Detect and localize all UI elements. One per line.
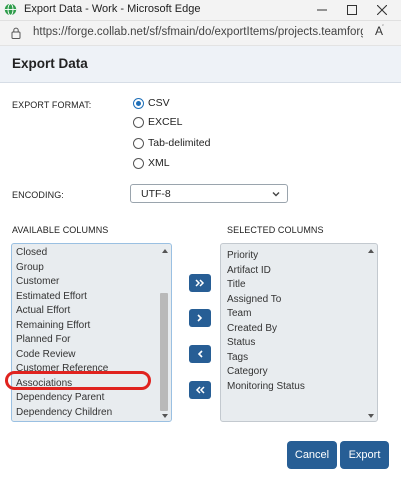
lock-icon: [11, 27, 21, 39]
scrollbar-thumb[interactable]: [160, 293, 168, 411]
format-label-csv: CSV: [148, 97, 170, 109]
selected-columns-label: SELECTED COLUMNS: [227, 225, 324, 235]
scroll-down-arrow-icon[interactable]: [162, 414, 168, 418]
scroll-up-arrow-icon[interactable]: [162, 249, 168, 253]
chevron-down-icon: [272, 192, 280, 197]
double-right-arrow-icon: [195, 279, 205, 287]
maximize-icon: [347, 5, 357, 15]
list-item[interactable]: Closed: [16, 246, 47, 260]
encoding-select[interactable]: UTF-8: [130, 184, 288, 203]
list-item[interactable]: Planned For: [16, 333, 70, 347]
left-arrow-icon: [197, 350, 203, 358]
list-item[interactable]: Category: [227, 365, 268, 379]
format-option-csv[interactable]: CSV: [133, 97, 170, 109]
right-arrow-icon: [197, 314, 203, 322]
close-icon: [377, 5, 387, 15]
minimize-button[interactable]: [308, 0, 336, 20]
globe-icon: [4, 3, 17, 16]
list-item[interactable]: Team: [227, 307, 251, 321]
encoding-value: UTF-8: [141, 188, 171, 200]
list-item[interactable]: Group: [16, 261, 44, 275]
associations-highlight: [5, 371, 151, 390]
list-item[interactable]: Status: [227, 336, 255, 350]
format-option-xml[interactable]: XML: [133, 157, 170, 169]
dialog-title: Export Data: [12, 56, 88, 71]
export-button[interactable]: Export: [340, 441, 389, 469]
list-item[interactable]: Artifact ID: [227, 264, 271, 278]
address-bar[interactable]: https://forge.collab.net/sf/sfmain/do/ex…: [0, 21, 401, 46]
scroll-down-arrow-icon[interactable]: [368, 414, 374, 418]
list-item[interactable]: Assigned To: [227, 293, 281, 307]
minimize-icon: [317, 9, 327, 11]
list-item[interactable]: Monitoring Status: [227, 380, 305, 394]
radio-xml[interactable]: [133, 157, 144, 169]
list-item[interactable]: Customer: [16, 275, 59, 289]
maximize-button[interactable]: [338, 0, 366, 20]
window-titlebar: Export Data - Work - Microsoft Edge: [0, 0, 401, 21]
read-aloud-icon[interactable]: A҅: [375, 24, 383, 38]
format-label-xml: XML: [148, 157, 170, 169]
format-option-excel[interactable]: EXCEL: [133, 116, 182, 128]
encoding-label: ENCODING:: [12, 190, 64, 200]
radio-tab-delimited[interactable]: [133, 137, 144, 149]
list-item[interactable]: Actual Effort: [16, 304, 70, 318]
format-label-tab-delimited: Tab-delimited: [148, 137, 211, 149]
list-item[interactable]: Dependency Children: [16, 406, 112, 420]
remove-all-button[interactable]: [189, 381, 211, 399]
list-item[interactable]: Estimated Effort: [16, 290, 87, 304]
close-button[interactable]: [368, 0, 396, 20]
selected-columns-list[interactable]: Priority Artifact ID Title Assigned To T…: [220, 243, 378, 422]
list-item[interactable]: Remaining Effort: [16, 319, 90, 333]
list-item[interactable]: Title: [227, 278, 246, 292]
list-item[interactable]: Created By: [227, 322, 277, 336]
add-all-button[interactable]: [189, 274, 211, 292]
remove-button[interactable]: [189, 345, 211, 363]
available-columns-label: AVAILABLE COLUMNS: [12, 225, 109, 235]
url-text[interactable]: https://forge.collab.net/sf/sfmain/do/ex…: [33, 26, 363, 38]
dialog-header: Export Data: [0, 46, 401, 83]
cancel-button[interactable]: Cancel: [287, 441, 337, 469]
list-item[interactable]: Dependency Parent: [16, 391, 104, 405]
list-item[interactable]: Priority: [227, 249, 258, 263]
read-aloud-label: A: [375, 24, 384, 38]
format-label-excel: EXCEL: [148, 116, 183, 128]
radio-excel[interactable]: [133, 116, 144, 128]
double-left-arrow-icon: [195, 386, 205, 394]
radio-csv[interactable]: [133, 97, 144, 109]
format-option-tab-delimited[interactable]: Tab-delimited: [133, 137, 210, 149]
add-button[interactable]: [189, 309, 211, 327]
available-columns-list[interactable]: Closed Group Customer Estimated Effort A…: [11, 243, 172, 422]
list-item[interactable]: Tags: [227, 351, 248, 365]
export-format-label: EXPORT FORMAT:: [12, 100, 92, 110]
window-title: Export Data - Work - Microsoft Edge: [24, 3, 201, 15]
scroll-up-arrow-icon[interactable]: [368, 249, 374, 253]
list-item[interactable]: Code Review: [16, 348, 75, 362]
